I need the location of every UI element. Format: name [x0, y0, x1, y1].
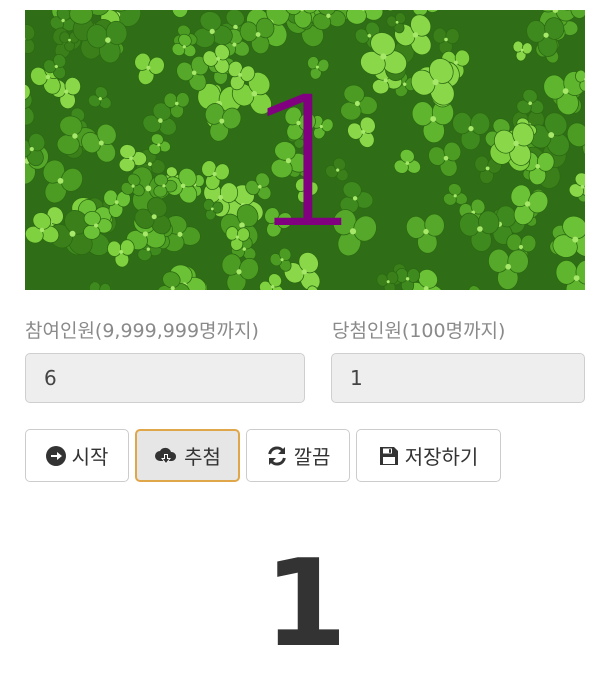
winners-input[interactable]: 1 — [331, 353, 585, 403]
winners-label: 당첨인원(100명까지) — [332, 316, 505, 343]
cloud-download-icon — [154, 446, 178, 466]
draw-button[interactable]: 추첨 — [135, 429, 240, 482]
draw-button-label: 추첨 — [184, 441, 221, 470]
clover-banner-image: 1 — [25, 10, 585, 290]
participants-input[interactable]: 6 — [25, 353, 305, 403]
draw-result-number: 1 — [0, 540, 611, 670]
arrow-circle-right-icon — [46, 446, 66, 466]
start-button-label: 시작 — [72, 441, 109, 470]
clear-button-label: 깔끔 — [294, 441, 331, 470]
refresh-icon — [266, 445, 288, 467]
start-button[interactable]: 시작 — [25, 429, 129, 482]
clear-button[interactable]: 깔끔 — [246, 429, 350, 482]
floppy-disk-icon — [379, 446, 399, 466]
banner-draw-number: 1 — [25, 74, 585, 254]
save-button[interactable]: 저장하기 — [356, 429, 501, 482]
save-button-label: 저장하기 — [405, 441, 479, 470]
participants-label: 참여인원(9,999,999명까지) — [25, 316, 259, 343]
